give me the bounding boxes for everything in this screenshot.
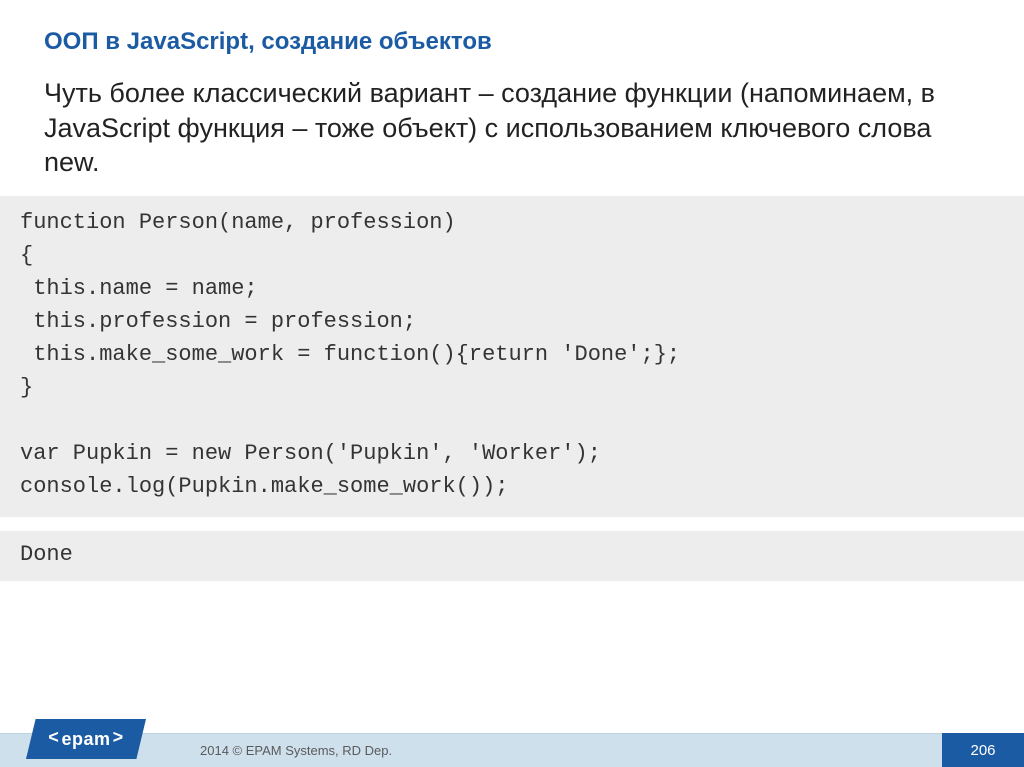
page-number: 206 [970, 742, 995, 759]
page-number-box: 206 [942, 733, 1024, 767]
epam-logo: epam [26, 719, 146, 759]
slide-paragraph: Чуть более классический вариант – создан… [44, 76, 980, 180]
slide-title: ООП в JavaScript, создание объектов [44, 28, 980, 56]
output-block: Done [0, 531, 1024, 581]
code-block: function Person(name, profession) { this… [0, 196, 1024, 517]
slide-body: Чуть более классический вариант – создан… [0, 64, 1024, 581]
slide-header: ООП в JavaScript, создание объектов [0, 0, 1024, 64]
epam-logo-text: epam [61, 729, 110, 750]
footer-copyright: 2014 © EPAM Systems, RD Dep. [200, 743, 392, 758]
slide-footer: 2014 © EPAM Systems, RD Dep. 206 [0, 733, 1024, 767]
slide-container: ООП в JavaScript, создание объектов Чуть… [0, 0, 1024, 767]
